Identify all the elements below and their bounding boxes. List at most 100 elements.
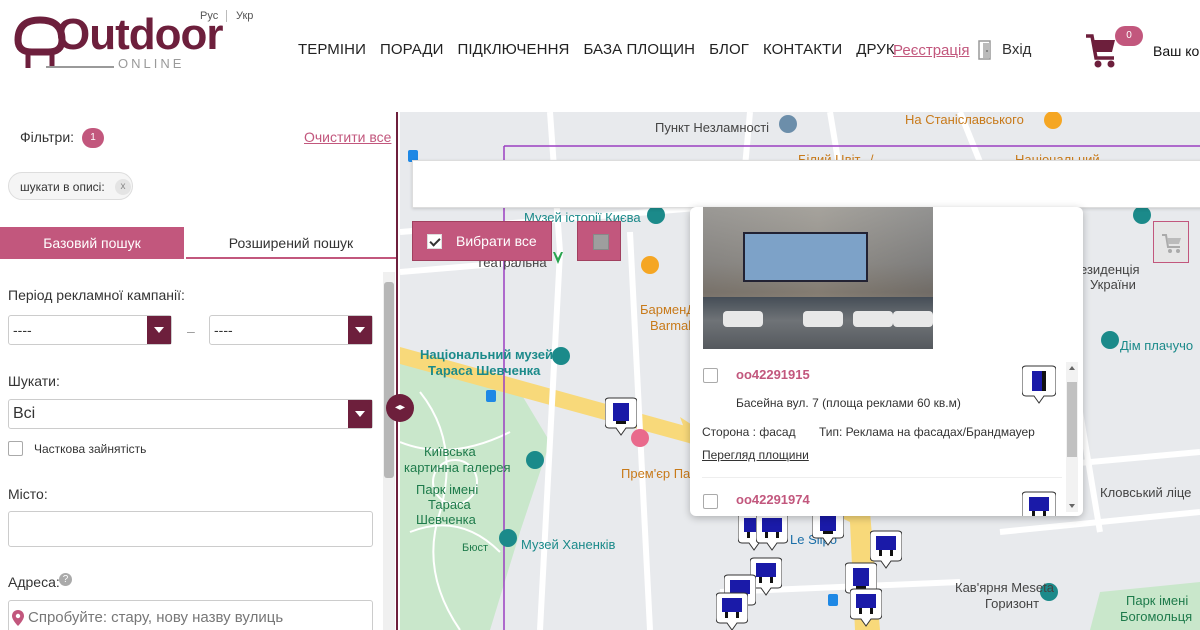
nav-item-contacts[interactable]: КОНТАКТИ	[763, 41, 842, 58]
map-label: Музей Ханенків	[521, 537, 616, 552]
nav-item-database[interactable]: БАЗА ПЛОЩИН	[583, 41, 695, 58]
popup-scrollbar-thumb[interactable]	[1067, 382, 1077, 457]
door-icon	[978, 40, 991, 60]
billboard-marker-icon[interactable]	[605, 397, 637, 437]
map-label: Парк імені	[416, 482, 479, 497]
map-label: Шевченка	[416, 512, 476, 527]
logo-text: Outdoor	[56, 10, 224, 59]
address-placeholder: Спробуйте: стару, нову назву вулиць	[28, 609, 284, 626]
login-link[interactable]: Вхід	[1002, 41, 1031, 58]
lang-ru[interactable]: Рус	[200, 10, 218, 22]
popup-scrollbar[interactable]	[1066, 362, 1078, 512]
logo-subtext: ONLINE	[118, 56, 185, 71]
map-label: Тараса	[428, 497, 471, 512]
lang-uk[interactable]: Укр	[236, 10, 253, 22]
nav-item-print[interactable]: ДРУК	[856, 41, 895, 58]
map-label: Прем'єр Па	[621, 466, 691, 481]
search-type-select[interactable]: Всі	[8, 399, 373, 429]
period-label: Період рекламної кампанії:	[8, 287, 185, 303]
map-label: Кав'ярня Meseta	[955, 580, 1054, 595]
map-label: Кловський ліце	[1100, 485, 1192, 500]
billboard-photo[interactable]	[703, 207, 933, 349]
filter-sidebar: Фільтри: 1 Очистити все шукати в описі: …	[0, 112, 398, 630]
nav-item-blog[interactable]: БЛОГ	[709, 41, 749, 58]
map-label: Горизонт	[985, 596, 1040, 611]
lang-separator	[226, 10, 227, 22]
billboard-marker-icon[interactable]	[716, 592, 748, 630]
billboard-marker-icon[interactable]	[850, 588, 882, 628]
site-logo[interactable]: Outdoor ONLINE	[6, 6, 224, 72]
nav-item-connect[interactable]: ПІДКЛЮЧЕННЯ	[457, 41, 569, 58]
nav-item-tips[interactable]: ПОРАДИ	[380, 41, 444, 58]
period-to-select[interactable]: ----	[209, 315, 373, 345]
map-label: Тараса Шевченка	[428, 363, 541, 378]
partial-occupancy-checkbox[interactable]	[8, 441, 23, 456]
billboard-marker-icon	[1022, 365, 1056, 404]
main-nav: ТЕРМІНИ ПОРАДИ ПІДКЛЮЧЕННЯ БАЗА ПЛОЩИН Б…	[298, 41, 895, 58]
billboard-marker-icon	[1022, 491, 1056, 516]
item-divider	[702, 477, 1062, 478]
select-area-button[interactable]	[577, 221, 621, 261]
map-cart-button[interactable]	[1153, 221, 1189, 263]
city-input[interactable]	[8, 511, 373, 547]
map-label: України	[1090, 277, 1136, 292]
scroll-down-icon[interactable]	[1069, 504, 1075, 508]
chevron-down-icon	[348, 316, 372, 344]
search-type-label: Шукати:	[8, 373, 60, 389]
map-label: На Станіславського	[905, 112, 1024, 127]
address-label: Адреса:	[8, 574, 60, 590]
site-header: Outdoor ONLINE Рус Укр ТЕРМІНИ ПОРАДИ ПІ…	[0, 0, 1200, 112]
register-link[interactable]: Реєстрація	[893, 42, 969, 59]
map-label: Barmal	[650, 318, 692, 333]
tab-advanced-search[interactable]: Розширений пошук	[186, 227, 396, 259]
item-select-checkbox[interactable]	[703, 494, 718, 509]
map-label: Бюст	[462, 542, 489, 554]
billboard-popup: оо42291915 Басейна вул. 7 (площа реклами…	[690, 207, 1083, 516]
map-label: Дім плачучо	[1120, 338, 1194, 353]
select-all-label: Вибрати все	[456, 233, 537, 249]
chevron-down-icon	[147, 316, 171, 344]
location-pin-icon	[12, 610, 24, 626]
period-to-value: ----	[214, 322, 233, 338]
nav-item-terms[interactable]: ТЕРМІНИ	[298, 41, 366, 58]
search-type-value: Всі	[13, 405, 36, 422]
item-id[interactable]: оо42291915	[736, 367, 810, 382]
map-label: БарменД	[640, 302, 696, 317]
sidebar-toggle-button[interactable]: ◂▸	[386, 394, 414, 422]
help-icon[interactable]: ?	[59, 573, 72, 586]
cart-label[interactable]: Ваш ко	[1153, 43, 1199, 59]
map-label: Пункт Незламності	[655, 120, 770, 135]
select-all-button[interactable]: Вибрати все	[412, 221, 552, 261]
clear-all-link[interactable]: Очистити все	[304, 129, 391, 145]
map-label: Національний музей	[420, 347, 553, 362]
logo-underline	[46, 66, 114, 68]
period-from-select[interactable]: ----	[8, 315, 172, 345]
period-separator: –	[187, 323, 195, 339]
item-type: Тип: Реклама на фасадах/Брандмауер	[819, 425, 1035, 439]
city-label: Місто:	[8, 486, 48, 502]
tab-basic-search[interactable]: Базовий пошук	[0, 227, 184, 259]
item-side: Сторона : фасад	[702, 425, 796, 439]
billboard-marker-icon[interactable]	[756, 512, 788, 552]
select-all-checkbox[interactable]	[427, 234, 442, 249]
item-id[interactable]: оо42291974	[736, 492, 810, 507]
map-label: Парк імені	[1126, 593, 1189, 608]
map-label: Київська	[424, 444, 476, 459]
sidebar-scrollbar[interactable]	[383, 272, 395, 630]
chip-label: шукати в описі:	[20, 180, 105, 194]
cart-icon[interactable]	[1084, 30, 1118, 70]
page: Outdoor ONLINE Рус Укр ТЕРМІНИ ПОРАДИ ПІ…	[0, 0, 1200, 630]
map-label: картинна галерея	[404, 460, 511, 475]
map-label: Богомольця	[1120, 609, 1193, 624]
chip-close-icon[interactable]: x	[115, 179, 131, 195]
scroll-up-icon[interactable]	[1069, 366, 1075, 370]
map-search-bar[interactable]	[412, 160, 1200, 208]
view-surface-link[interactable]: Перегляд площини	[702, 448, 809, 462]
partial-occupancy-label: Часткова зайнятість	[34, 442, 147, 456]
cart-count-badge: 0	[1115, 26, 1143, 46]
cart-icon	[1162, 234, 1181, 253]
sidebar-scrollbar-thumb[interactable]	[384, 282, 394, 478]
map-label: езиденція	[1080, 262, 1140, 277]
item-select-checkbox[interactable]	[703, 368, 718, 383]
filters-label: Фільтри:	[20, 129, 75, 145]
